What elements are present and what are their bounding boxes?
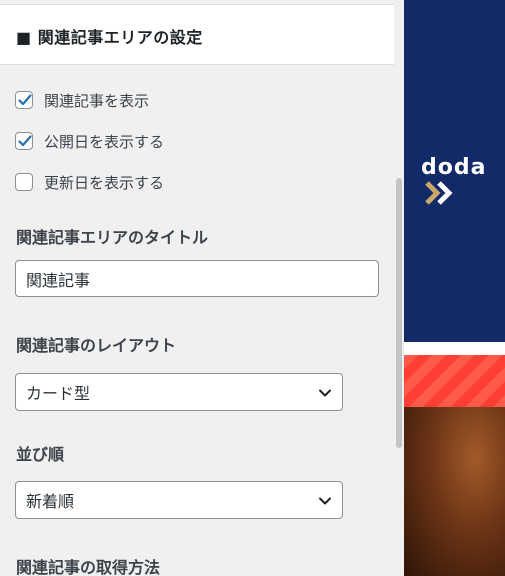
order-select[interactable]: 新着順 <box>15 481 343 519</box>
checkbox-label: 公開日を表示する <box>44 132 165 151</box>
settings-panel: ■ 関連記事エリアの設定 関連記事を表示 公開日を表示する 更新日を表示する 関… <box>0 0 394 576</box>
area-title-input[interactable] <box>15 260 379 297</box>
x-logo-icon <box>425 181 453 205</box>
show-updated-date-checkbox-row[interactable]: 更新日を表示する <box>15 171 164 193</box>
section-header: ■ 関連記事エリアの設定 <box>0 4 394 65</box>
order-label: 並び順 <box>16 445 65 464</box>
layout-select-value: カード型 <box>26 384 91 403</box>
layout-label: 関連記事のレイアウト <box>16 336 177 355</box>
preview-photo <box>404 407 505 576</box>
show-published-date-checkbox[interactable] <box>15 132 33 150</box>
area-title-label: 関連記事エリアのタイトル <box>16 228 209 247</box>
order-select-value: 新着順 <box>26 492 75 511</box>
chevron-down-icon <box>319 389 331 397</box>
checkbox-label: 更新日を表示する <box>44 173 165 192</box>
ad-banner[interactable]: doda <box>404 0 505 342</box>
show-related-checkbox[interactable] <box>15 91 33 109</box>
chevron-down-icon <box>319 497 331 505</box>
layout-select[interactable]: カード型 <box>15 373 343 411</box>
checkmark-icon <box>18 94 32 106</box>
site-preview: doda <box>404 0 505 576</box>
show-updated-date-checkbox[interactable] <box>15 173 33 191</box>
show-published-date-checkbox-row[interactable]: 公開日を表示する <box>15 130 164 152</box>
doda-logo: doda <box>421 155 505 206</box>
show-related-checkbox-row[interactable]: 関連記事を表示 <box>15 89 149 111</box>
checkmark-icon <box>18 135 32 147</box>
scrollbar-thumb[interactable] <box>396 178 402 448</box>
striped-band <box>404 355 505 407</box>
checkbox-label: 関連記事を表示 <box>44 91 150 110</box>
fetch-method-label: 関連記事の取得方法 <box>16 558 161 576</box>
section-title: ■ 関連記事エリアの設定 <box>16 28 203 47</box>
